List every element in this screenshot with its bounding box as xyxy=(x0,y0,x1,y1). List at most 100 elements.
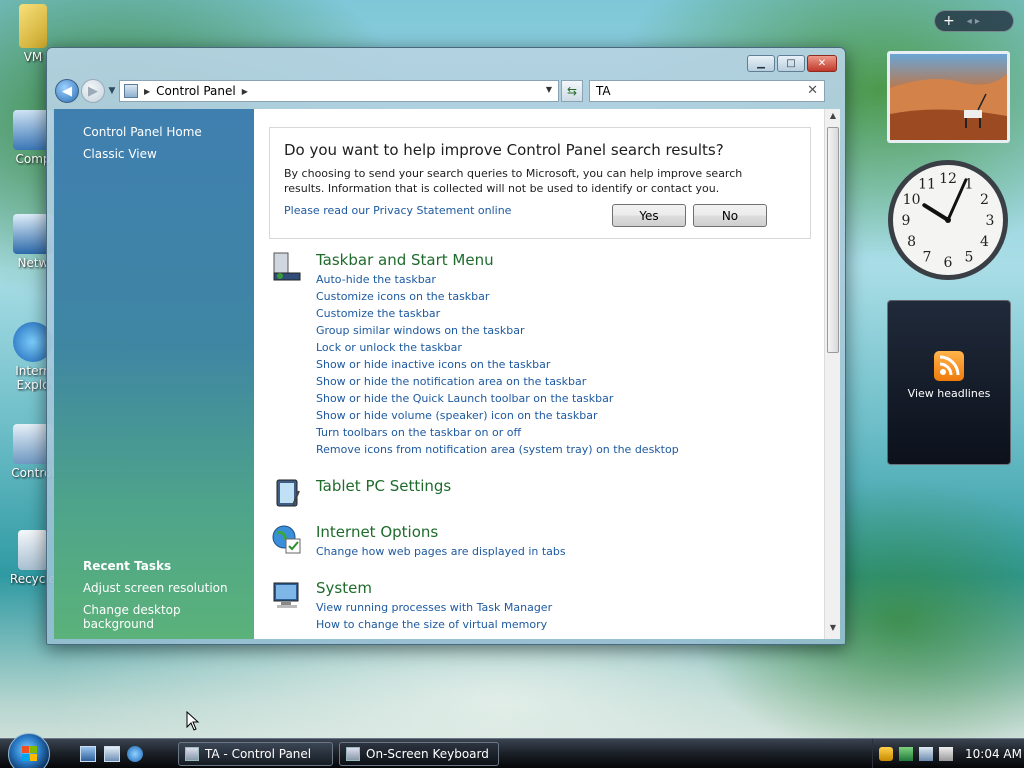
clock-numeral: 7 xyxy=(923,249,932,265)
back-button[interactable]: ◀ xyxy=(55,79,79,103)
group-title[interactable]: Tablet PC Settings xyxy=(316,477,451,495)
system-icon xyxy=(273,582,299,608)
task-pane: Control Panel Home Classic View Recent T… xyxy=(54,109,254,639)
clear-search-icon[interactable]: ✕ xyxy=(807,83,818,98)
group-links: View running processes with Task Manager… xyxy=(316,599,552,633)
group-links: Auto-hide the taskbar Customize icons on… xyxy=(316,271,679,458)
search-input[interactable]: TA ✕ xyxy=(589,80,825,102)
search-results-pane: Do you want to help improve Control Pane… xyxy=(254,109,838,639)
breadcrumb-control-panel[interactable]: Control Panel xyxy=(156,84,236,98)
task-link[interactable]: Lock or unlock the taskbar xyxy=(316,339,679,356)
taskbar-button-on-screen-keyboard[interactable]: On-Screen Keyboard xyxy=(339,742,499,766)
recent-pages-dropdown-icon[interactable]: ▼ xyxy=(107,86,117,96)
task-link[interactable]: Turn toolbars on the taskbar on or off xyxy=(316,424,679,441)
control-panel-window: ▁ □ ✕ ◀ ▶ ▼ ▶ Control Panel ▶ ▼ ⇆ TA ✕ C… xyxy=(46,47,846,645)
tablet-icon xyxy=(276,479,300,507)
vertical-scrollbar[interactable]: ▲ ▼ xyxy=(824,109,840,639)
task-link[interactable]: Customize the taskbar xyxy=(316,305,679,322)
task-label: TA - Control Panel xyxy=(205,747,312,761)
task-link[interactable]: Show or hide the Quick Launch toolbar on… xyxy=(316,390,679,407)
navigation-bar: ◀ ▶ ▼ ▶ Control Panel ▶ ▼ ⇆ TA ✕ xyxy=(55,78,837,104)
maximize-button[interactable]: □ xyxy=(777,55,805,72)
mouse-cursor-icon xyxy=(186,711,200,731)
clock-numeral: 8 xyxy=(907,234,916,250)
rss-icon xyxy=(934,351,964,381)
task-link[interactable]: View running processes with Task Manager xyxy=(316,599,552,616)
task-link[interactable]: Show or hide volume (speaker) icon on th… xyxy=(316,407,679,424)
task-label: On-Screen Keyboard xyxy=(366,747,489,761)
network-status-icon[interactable] xyxy=(919,747,933,761)
clock-numeral: 9 xyxy=(902,213,911,229)
task-link[interactable]: Remove icons from notification area (sys… xyxy=(316,441,679,458)
add-gadget-button[interactable]: + xyxy=(943,13,955,29)
group-title[interactable]: System xyxy=(316,579,372,597)
minimize-button[interactable]: ▁ xyxy=(747,55,775,72)
task-link[interactable]: Customize icons on the taskbar xyxy=(316,288,679,305)
infobox-question: Do you want to help improve Control Pane… xyxy=(284,141,724,159)
clock-numeral: 6 xyxy=(944,255,953,271)
feed-headlines-gadget[interactable]: View headlines xyxy=(887,300,1011,465)
recycle-bin-icon xyxy=(18,530,48,570)
slideshow-gadget[interactable] xyxy=(887,51,1010,143)
improve-search-infobox: Do you want to help improve Control Pane… xyxy=(269,127,811,239)
scroll-up-icon[interactable]: ▲ xyxy=(825,111,841,125)
clock-numeral: 10 xyxy=(903,192,921,208)
recent-task-link[interactable]: Change desktop background xyxy=(83,603,254,631)
keyboard-icon xyxy=(346,747,360,761)
infobox-body: By choosing to send your search queries … xyxy=(284,167,743,195)
breadcrumb-arrow-icon[interactable]: ▶ xyxy=(144,87,150,96)
windows-logo-icon xyxy=(22,746,37,761)
clock-numeral: 2 xyxy=(980,192,989,208)
address-bar[interactable]: ▶ Control Panel ▶ ▼ xyxy=(119,80,559,102)
scroll-thumb[interactable] xyxy=(827,127,839,353)
classic-view-link[interactable]: Classic View xyxy=(83,147,157,161)
gadget-nav-buttons[interactable]: ◂ ▸ xyxy=(967,16,980,27)
taskbar: TA - Control Panel On-Screen Keyboard 10… xyxy=(0,733,1024,768)
breadcrumb-arrow-icon[interactable]: ▶ xyxy=(242,87,248,96)
scroll-down-icon[interactable]: ▼ xyxy=(825,623,841,637)
taskbar-button-control-panel[interactable]: TA - Control Panel xyxy=(178,742,333,766)
clock-numeral: 12 xyxy=(939,171,957,187)
task-link[interactable]: Change how web pages are displayed in ta… xyxy=(316,543,566,560)
clock-numeral: 11 xyxy=(918,177,936,193)
yes-button[interactable]: Yes xyxy=(612,204,686,227)
clock-gadget[interactable]: 1 2 3 4 5 6 7 8 9 10 11 12 xyxy=(886,158,1010,282)
taskbar-clock[interactable]: 10:04 AM xyxy=(965,747,1022,761)
forward-button[interactable]: ▶ xyxy=(81,79,105,103)
no-button[interactable]: No xyxy=(693,204,767,227)
analog-clock-icon: 1234567891011 12 xyxy=(888,160,1008,280)
security-shield-icon[interactable] xyxy=(879,747,893,761)
close-button[interactable]: ✕ xyxy=(807,55,837,72)
task-link[interactable]: Show or hide the notification area on th… xyxy=(316,373,679,390)
control-panel-icon xyxy=(185,747,199,761)
control-panel-icon xyxy=(124,84,138,98)
oryx-photo-icon xyxy=(890,74,1007,140)
folder-icon xyxy=(19,4,47,48)
task-link[interactable]: Auto-hide the taskbar xyxy=(316,271,679,288)
clock-numeral: 5 xyxy=(965,249,974,265)
taskbar-icon xyxy=(273,252,301,281)
show-desktop-icon[interactable] xyxy=(80,746,96,762)
internet-options-icon xyxy=(272,525,301,554)
group-title[interactable]: Taskbar and Start Menu xyxy=(316,251,494,269)
recent-tasks-header: Recent Tasks xyxy=(83,559,172,573)
refresh-button[interactable]: ⇆ xyxy=(561,80,583,102)
internet-explorer-quicklaunch-icon[interactable] xyxy=(127,746,143,762)
task-link[interactable]: Show or hide inactive icons on the taskb… xyxy=(316,356,679,373)
group-links: Change how web pages are displayed in ta… xyxy=(316,543,566,560)
address-dropdown-icon[interactable]: ▼ xyxy=(546,85,552,94)
task-link[interactable]: Group similar windows on the taskbar xyxy=(316,322,679,339)
windows-defender-icon[interactable] xyxy=(899,747,913,761)
recent-task-link[interactable]: Adjust screen resolution xyxy=(83,581,228,595)
feed-label: View headlines xyxy=(907,387,991,400)
privacy-statement-link[interactable]: Please read our Privacy Statement online xyxy=(284,204,511,217)
volume-muted-icon[interactable] xyxy=(939,747,953,761)
start-button[interactable] xyxy=(8,733,50,768)
task-link[interactable]: How to change the size of virtual memory xyxy=(316,616,552,633)
switch-windows-icon[interactable] xyxy=(104,746,120,762)
search-value: TA xyxy=(596,84,611,98)
control-panel-home-link[interactable]: Control Panel Home xyxy=(83,125,202,139)
notification-area: 10:04 AM xyxy=(872,739,1024,768)
group-title[interactable]: Internet Options xyxy=(316,523,438,541)
clock-numeral: 3 xyxy=(986,213,995,229)
